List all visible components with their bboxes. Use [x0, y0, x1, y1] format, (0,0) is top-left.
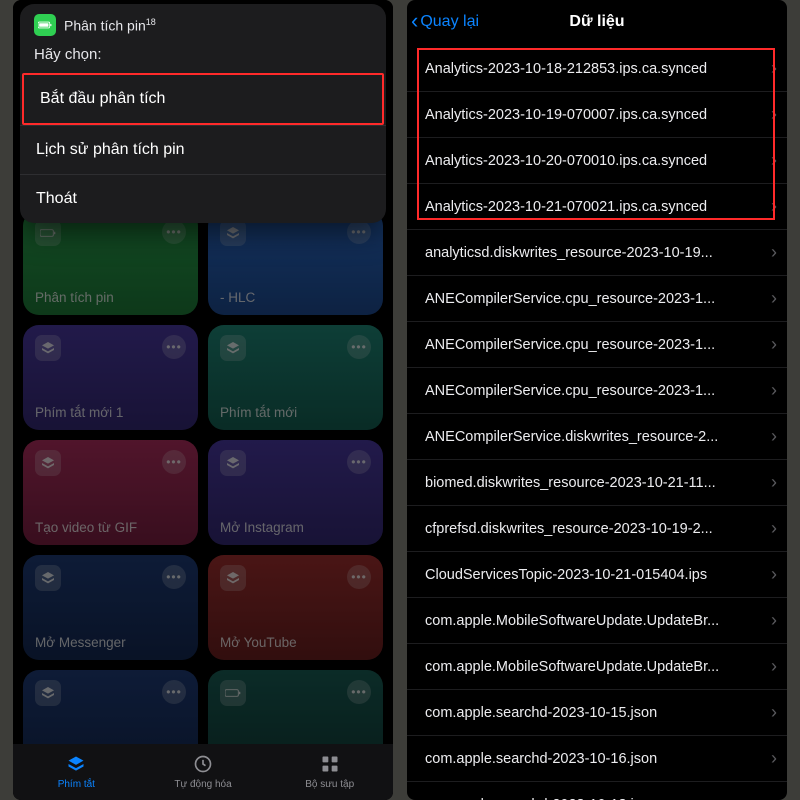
row-label: cfprefsd.diskwrites_resource-2023-10-19-…: [425, 521, 765, 537]
row-label: com.apple.searchd-2023-10-15.json: [425, 705, 765, 721]
chevron-right-icon: ›: [771, 748, 777, 769]
chevron-right-icon: ›: [771, 334, 777, 355]
data-row[interactable]: com.apple.searchd-2023-10-18.json ›: [407, 782, 787, 800]
row-label: biomed.diskwrites_resource-2023-10-21-11…: [425, 475, 765, 491]
data-row[interactable]: com.apple.searchd-2023-10-15.json ›: [407, 690, 787, 736]
data-row[interactable]: ANECompilerService.cpu_resource-2023-1..…: [407, 276, 787, 322]
chevron-right-icon: ›: [771, 610, 777, 631]
tab-bar: Phím tắt Tự động hóa Bộ sưu tập: [13, 744, 393, 800]
tab-label: Tự động hóa: [174, 779, 231, 790]
grid-icon: [320, 754, 340, 777]
data-row[interactable]: Analytics-2023-10-19-070007.ips.ca.synce…: [407, 92, 787, 138]
row-label: ANECompilerService.cpu_resource-2023-1..…: [425, 337, 765, 353]
data-row[interactable]: analyticsd.diskwrites_resource-2023-10-1…: [407, 230, 787, 276]
row-label: Analytics-2023-10-21-070021.ips.ca.synce…: [425, 199, 765, 215]
data-row[interactable]: com.apple.searchd-2023-10-16.json ›: [407, 736, 787, 782]
chevron-right-icon: ›: [771, 150, 777, 171]
layers-icon: [66, 754, 86, 777]
sheet-title: Phân tích pin18: [64, 17, 156, 34]
nav-bar: ‹ Quay lại Dữ liệu: [407, 0, 787, 40]
data-row[interactable]: Analytics-2023-10-18-212853.ips.ca.synce…: [407, 46, 787, 92]
option-start-analysis[interactable]: Bắt đầu phân tích: [22, 73, 384, 125]
row-label: ANECompilerService.diskwrites_resource-2…: [425, 429, 765, 445]
chevron-right-icon: ›: [771, 656, 777, 677]
data-row[interactable]: ANECompilerService.cpu_resource-2023-1..…: [407, 368, 787, 414]
row-label: ANECompilerService.cpu_resource-2023-1..…: [425, 291, 765, 307]
data-row[interactable]: ANECompilerService.diskwrites_resource-2…: [407, 414, 787, 460]
chevron-right-icon: ›: [771, 472, 777, 493]
row-label: CloudServicesTopic-2023-10-21-015404.ips: [425, 567, 765, 583]
chevron-right-icon: ›: [771, 518, 777, 539]
option-exit[interactable]: Thoát: [20, 174, 386, 223]
chevron-right-icon: ›: [771, 104, 777, 125]
back-label: Quay lại: [420, 13, 479, 31]
battery-icon: [34, 14, 56, 36]
data-row[interactable]: biomed.diskwrites_resource-2023-10-21-11…: [407, 460, 787, 506]
row-label: com.apple.searchd-2023-10-18.json: [425, 797, 765, 800]
row-label: Analytics-2023-10-19-070007.ips.ca.synce…: [425, 107, 765, 123]
chevron-right-icon: ›: [771, 288, 777, 309]
tab-label: Phím tắt: [58, 779, 95, 790]
tab-bộ-sưu-tập[interactable]: Bộ sưu tập: [266, 744, 393, 800]
data-row[interactable]: CloudServicesTopic-2023-10-21-015404.ips…: [407, 552, 787, 598]
row-label: ANECompilerService.cpu_resource-2023-1..…: [425, 383, 765, 399]
chevron-right-icon: ›: [771, 702, 777, 723]
row-label: analyticsd.diskwrites_resource-2023-10-1…: [425, 245, 765, 261]
row-label: com.apple.searchd-2023-10-16.json: [425, 751, 765, 767]
data-row[interactable]: Analytics-2023-10-21-070021.ips.ca.synce…: [407, 184, 787, 230]
tab-tự-động-hóa[interactable]: Tự động hóa: [140, 744, 267, 800]
phone-data: ‹ Quay lại Dữ liệu Analytics-2023-10-18-…: [407, 0, 787, 800]
chevron-right-icon: ›: [771, 242, 777, 263]
chevron-right-icon: ›: [771, 58, 777, 79]
sheet-prompt: Hãy chọn:: [20, 40, 386, 73]
action-sheet: Phân tích pin18 Hãy chọn: Bắt đầu phân t…: [20, 4, 386, 223]
data-row[interactable]: com.apple.MobileSoftwareUpdate.UpdateBr.…: [407, 644, 787, 690]
tab-phím-tắt[interactable]: Phím tắt: [13, 744, 140, 800]
row-label: com.apple.MobileSoftwareUpdate.UpdateBr.…: [425, 613, 765, 629]
data-row[interactable]: com.apple.MobileSoftwareUpdate.UpdateBr.…: [407, 598, 787, 644]
chevron-right-icon: ›: [771, 564, 777, 585]
chevron-right-icon: ›: [771, 196, 777, 217]
chevron-right-icon: ›: [771, 794, 777, 800]
data-row[interactable]: ANECompilerService.cpu_resource-2023-1..…: [407, 322, 787, 368]
row-label: com.apple.MobileSoftwareUpdate.UpdateBr.…: [425, 659, 765, 675]
tab-label: Bộ sưu tập: [305, 779, 354, 790]
chevron-right-icon: ›: [771, 426, 777, 447]
chevron-left-icon: ‹: [411, 10, 418, 32]
data-row[interactable]: cfprefsd.diskwrites_resource-2023-10-19-…: [407, 506, 787, 552]
clock-icon: [193, 754, 213, 777]
row-label: Analytics-2023-10-18-212853.ips.ca.synce…: [425, 61, 765, 77]
row-label: Analytics-2023-10-20-070010.ips.ca.synce…: [425, 153, 765, 169]
chevron-right-icon: ›: [771, 380, 777, 401]
data-list: Analytics-2023-10-18-212853.ips.ca.synce…: [407, 40, 787, 800]
phone-shortcuts: •••Phân tích pin•••- HLC•••Phím tắt mới …: [13, 0, 393, 800]
data-row[interactable]: Analytics-2023-10-20-070010.ips.ca.synce…: [407, 138, 787, 184]
option-history[interactable]: Lịch sử phân tích pin: [20, 125, 386, 174]
back-button[interactable]: ‹ Quay lại: [411, 12, 479, 32]
